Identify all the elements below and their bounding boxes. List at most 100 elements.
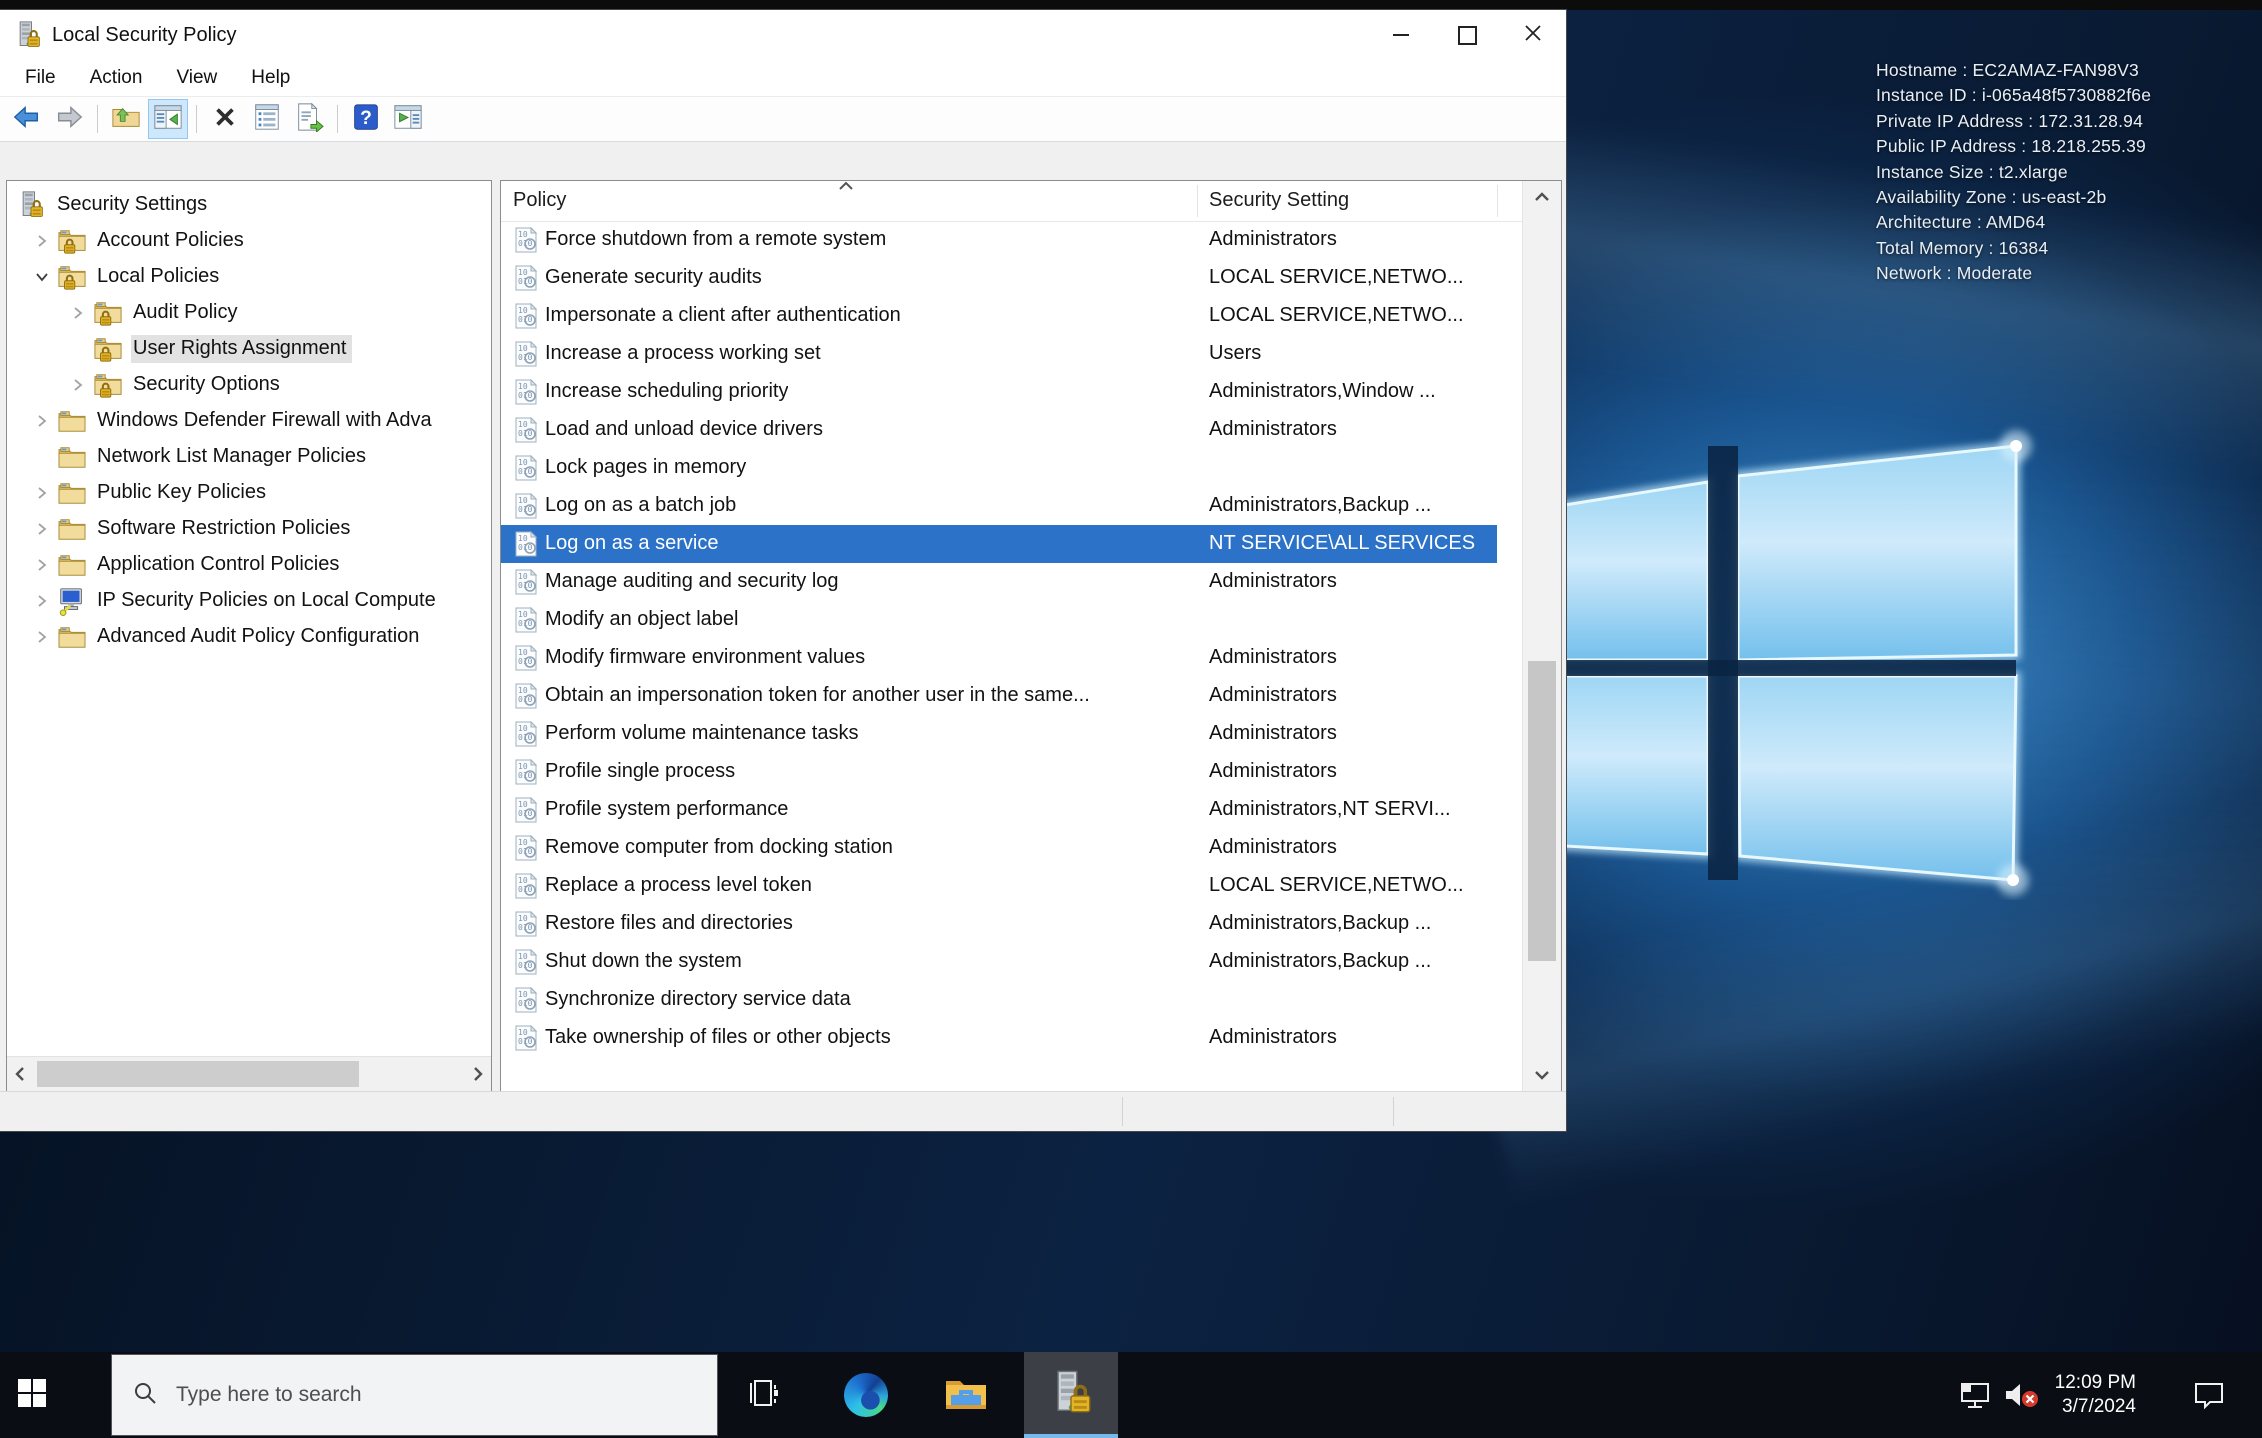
chevron-right-icon[interactable] <box>63 306 93 320</box>
chevron-down-icon[interactable] <box>27 270 57 284</box>
edge-button[interactable] <box>836 1352 896 1438</box>
svg-text:10: 10 <box>518 914 528 923</box>
policy-row-increase-scheduling-priority[interactable]: 10 010 Increase scheduling priority Admin… <box>501 373 1497 411</box>
policy-row-increase-a-process-working-set[interactable]: 10 010 Increase a process working set Use… <box>501 335 1497 373</box>
security-setting-value: Administrators,Backup ... <box>1209 494 1432 516</box>
policy-row-generate-security-audits[interactable]: 10 010 Generate security audits LOCAL SER… <box>501 259 1497 297</box>
chevron-right-icon[interactable] <box>27 630 57 644</box>
policy-row-lock-pages-in-memory[interactable]: 10 010 Lock pages in memory <box>501 449 1497 487</box>
policy-row-log-on-as-a-service[interactable]: 10 010 Log on as a service NT SERVICE\ALL… <box>501 525 1497 563</box>
policy-row-perform-volume-maintenance-tasks[interactable]: 10 010 Perform volume maintenance tasks A… <box>501 715 1497 753</box>
sort-ascending-icon <box>837 181 855 197</box>
policy-row-manage-auditing-and-security-log[interactable]: 10 010 Manage auditing and security log A… <box>501 563 1497 601</box>
chevron-right-icon[interactable] <box>27 522 57 536</box>
chevron-right-icon[interactable] <box>27 414 57 428</box>
policy-row-force-shutdown-from-a-remote-system[interactable]: 10 010 Force shutdown from a remote syst… <box>501 221 1497 259</box>
close-button[interactable] <box>1500 10 1566 60</box>
chevron-right-icon[interactable] <box>27 234 57 248</box>
policy-name: Restore files and directories <box>545 912 793 934</box>
action-center-icon[interactable] <box>2192 1380 2226 1410</box>
start-button[interactable] <box>0 1352 64 1438</box>
scroll-up-arrow-icon[interactable] <box>1523 181 1561 213</box>
tree-item-software-restriction-policies[interactable]: Software Restriction Policies <box>7 511 491 547</box>
tree-item-account-policies[interactable]: Account Policies <box>7 223 491 259</box>
tree-item-windows-defender-firewall-with-adva[interactable]: Windows Defender Firewall with Adva <box>7 403 491 439</box>
column-header-policy[interactable]: Policy <box>513 189 566 212</box>
vertical-scroll-thumb[interactable] <box>1528 661 1556 961</box>
tree-item-user-rights-assignment[interactable]: User Rights Assignment <box>7 331 491 367</box>
taskbar-clock[interactable]: 12:09 PM 3/7/2024 <box>2040 1371 2136 1419</box>
chevron-right-icon[interactable] <box>27 558 57 572</box>
policy-row-impersonate-a-client-after-authentication[interactable]: 10 010 Impersonate a client after authen… <box>501 297 1497 335</box>
windows-logo-icon <box>17 1378 47 1413</box>
toolbar-properties-button[interactable] <box>247 99 287 139</box>
tree-item-network-list-manager-policies[interactable]: Network List Manager Policies <box>7 439 491 475</box>
policy-row-log-on-as-a-batch-job[interactable]: 10 010 Log on as a batch job Administrato… <box>501 487 1497 525</box>
edge-icon <box>844 1373 888 1417</box>
horizontal-scroll-thumb[interactable] <box>37 1061 359 1087</box>
tree-item-label: Application Control Policies <box>97 553 340 575</box>
policy-row-obtain-an-impersonation-token-for-another-user-in-the-same[interactable]: 10 010 Obtain an impersonation token for… <box>501 677 1497 715</box>
policy-row-remove-computer-from-docking-station[interactable]: 10 010 Remove computer from docking stat… <box>501 829 1497 867</box>
tree-item-local-policies[interactable]: Local Policies <box>7 259 491 295</box>
policy-row-replace-a-process-level-token[interactable]: 10 010 Replace a process level token LOCA… <box>501 867 1497 905</box>
policy-doc-icon: 10 010 <box>513 682 539 715</box>
security-setting-value: Administrators <box>1209 646 1337 668</box>
tree-item-advanced-audit-policy-configuration[interactable]: Advanced Audit Policy Configuration <box>7 619 491 655</box>
policy-row-load-and-unload-device-drivers[interactable]: 10 010 Load and unload device drivers Adm… <box>501 411 1497 449</box>
menu-help[interactable]: Help <box>234 60 307 96</box>
toolbar-up-folder-button[interactable] <box>106 99 146 139</box>
tree-item-ip-security-policies-on-local-compute[interactable]: IP Security Policies on Local Compute <box>7 583 491 619</box>
column-divider[interactable] <box>1197 185 1198 217</box>
policy-row-restore-files-and-directories[interactable]: 10 010 Restore files and directories Admi… <box>501 905 1497 943</box>
minimize-button[interactable] <box>1368 10 1434 60</box>
policy-row-take-ownership-of-files-or-other-objects[interactable]: 10 010 Take ownership of files or other … <box>501 1019 1497 1057</box>
taskbar-search[interactable] <box>111 1354 718 1436</box>
policy-row-modify-an-object-label[interactable]: 10 010 Modify an object label <box>501 601 1497 639</box>
chevron-right-icon[interactable] <box>27 594 57 608</box>
toolbar-separator <box>97 105 98 133</box>
toolbar-delete-button[interactable] <box>205 99 245 139</box>
list-vertical-scrollbar[interactable] <box>1522 181 1561 1091</box>
toolbar-action-pane-button[interactable] <box>388 99 428 139</box>
tree-item-application-control-policies[interactable]: Application Control Policies <box>7 547 491 583</box>
tree-item-audit-policy[interactable]: Audit Policy <box>7 295 491 331</box>
column-divider[interactable] <box>1497 185 1498 217</box>
tree-item-security-options[interactable]: Security Options <box>7 367 491 403</box>
policy-row-modify-firmware-environment-values[interactable]: 10 010 Modify firmware environment value… <box>501 639 1497 677</box>
task-view-button[interactable] <box>735 1352 795 1438</box>
policy-row-shut-down-the-system[interactable]: 10 010 Shut down the system Administrator… <box>501 943 1497 981</box>
chevron-right-icon[interactable] <box>63 378 93 392</box>
search-input[interactable] <box>174 1382 658 1408</box>
instance-info-line: Instance ID : i-065a48f5730882f6e <box>1876 85 2152 106</box>
menu-file[interactable]: File <box>8 60 73 96</box>
network-icon[interactable] <box>1958 1380 1992 1410</box>
scroll-left-arrow-icon[interactable] <box>7 1057 33 1091</box>
toolbar-console-tree-button[interactable] <box>148 99 188 139</box>
tree-item-security-settings[interactable]: Security Settings <box>7 187 491 223</box>
toolbar-help-button[interactable]: ? <box>346 99 386 139</box>
volume-muted-icon[interactable] <box>2002 1380 2042 1410</box>
policy-row-profile-system-performance[interactable]: 10 010 Profile system performance Adminis… <box>501 791 1497 829</box>
menu-action[interactable]: Action <box>73 60 160 96</box>
menu-view[interactable]: View <box>159 60 234 96</box>
chevron-right-icon[interactable] <box>27 486 57 500</box>
file-explorer-button[interactable] <box>936 1352 996 1438</box>
toolbar-export-list-button[interactable] <box>289 99 329 139</box>
scroll-down-arrow-icon[interactable] <box>1523 1059 1561 1091</box>
maximize-button[interactable] <box>1434 10 1500 60</box>
policy-name: Impersonate a client after authenticatio… <box>545 304 901 326</box>
tree-horizontal-scrollbar[interactable] <box>7 1056 491 1091</box>
toolbar-back-button[interactable] <box>7 99 47 139</box>
policy-doc-icon: 10 010 <box>513 568 539 601</box>
toolbar-forward-button[interactable] <box>49 99 89 139</box>
tree-item-public-key-policies[interactable]: Public Key Policies <box>7 475 491 511</box>
scroll-right-arrow-icon[interactable] <box>465 1057 491 1091</box>
security-setting-value: Administrators <box>1209 684 1337 706</box>
policy-row-profile-single-process[interactable]: 10 010 Profile single process Administrat… <box>501 753 1497 791</box>
local-security-policy-taskbar-button[interactable] <box>1024 1352 1118 1438</box>
svg-text:10: 10 <box>518 724 528 733</box>
policy-row-synchronize-directory-service-data[interactable]: 10 010 Synchronize directory service dat… <box>501 981 1497 1019</box>
window-titlebar[interactable]: Local Security Policy <box>0 10 1566 60</box>
column-header-security-setting[interactable]: Security Setting <box>1209 189 1349 212</box>
